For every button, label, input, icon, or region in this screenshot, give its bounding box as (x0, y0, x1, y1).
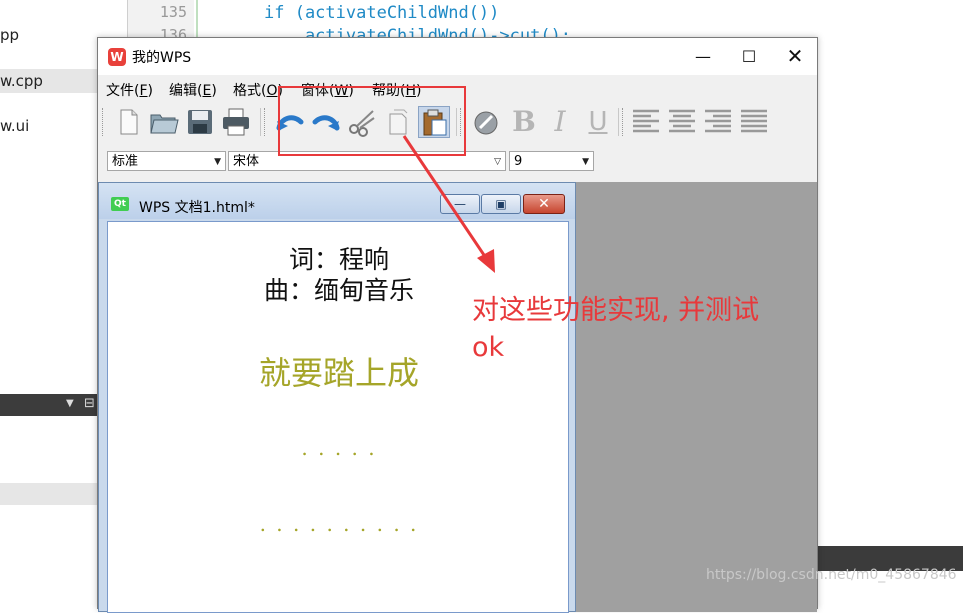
chevron-down-icon: ▽ (494, 157, 501, 167)
annotation-highlight-box (278, 86, 466, 156)
align-right-icon[interactable] (702, 106, 734, 138)
project-file-item[interactable]: pp (0, 26, 19, 44)
justify-icon[interactable] (738, 106, 770, 138)
toolbar-separator (618, 108, 619, 136)
menu-label: 文件( (106, 83, 140, 99)
chevron-down-icon: ▼ (582, 157, 589, 167)
font-size-value: 9 (514, 154, 523, 169)
panel-header-bar: ▼ ⊟ (0, 394, 98, 416)
menu-format[interactable]: 格式(O) (233, 80, 283, 100)
watermark: https://blog.csdn.net/m0_45867846 (706, 567, 957, 583)
dropdown-arrow-icon[interactable]: ▼ (66, 398, 74, 409)
document-restore-button[interactable]: ▣ (481, 194, 521, 214)
new-file-icon[interactable] (112, 106, 144, 138)
minimize-button[interactable]: — (680, 38, 726, 75)
maximize-button[interactable]: ☐ (726, 38, 772, 75)
document-close-button[interactable]: ✕ (523, 194, 565, 214)
document-window: Qt WPS 文档1.html* — ▣ ✕ 词：程响 曲：缅甸音乐 就要踏上成… (98, 182, 576, 613)
close-button[interactable]: ✕ (772, 38, 818, 75)
code-line: if (activateChildWnd()) (264, 3, 500, 23)
annotation-text: 对这些功能实现, 并测试 ok (472, 292, 792, 366)
menu-accelerator: E (202, 83, 212, 99)
save-disk-icon[interactable] (184, 106, 216, 138)
toolbar-separator (260, 108, 261, 136)
lyric-line: . . . . . . . . . . (259, 512, 419, 536)
wps-app-icon: W (108, 48, 126, 66)
split-view-icon[interactable]: ⊟ (84, 396, 95, 411)
window-titlebar[interactable]: W 我的WPS — ☐ ✕ (98, 38, 817, 75)
bold-icon[interactable]: B (508, 106, 540, 138)
underline-icon[interactable]: U (582, 106, 614, 138)
toolbar-grip[interactable] (102, 108, 105, 136)
style-select[interactable]: 标准 ▼ (107, 151, 226, 171)
line-number: 135 (159, 3, 187, 21)
mdi-area: Qt WPS 文档1.html* — ▣ ✕ 词：程响 曲：缅甸音乐 就要踏上成… (98, 182, 817, 613)
annotation-line: ok (472, 332, 505, 363)
font-value: 宋体 (233, 154, 260, 169)
align-left-icon[interactable] (630, 106, 662, 138)
menu-label: 编辑( (169, 83, 203, 99)
document-titlebar[interactable]: Qt WPS 文档1.html* — ▣ ✕ (99, 183, 575, 219)
menu-edit[interactable]: 编辑(E) (169, 80, 217, 100)
italic-icon[interactable]: I (544, 106, 576, 138)
menu-label: 格式( (233, 83, 267, 99)
menu-file[interactable]: 文件(F) (106, 80, 153, 100)
menu-accelerator: F (139, 83, 148, 99)
document-text-area[interactable]: 词：程响 曲：缅甸音乐 就要踏上成 . . . . . . . . . . . … (107, 221, 569, 613)
chevron-down-icon: ▼ (214, 157, 221, 167)
menu-label-end: ) (147, 83, 153, 99)
menu-accelerator: O (266, 83, 278, 99)
open-folder-icon[interactable] (148, 106, 180, 138)
project-file-item[interactable]: w.ui (0, 117, 29, 135)
print-icon[interactable] (220, 106, 252, 138)
color-icon[interactable] (470, 106, 502, 138)
annotation-line: 对这些功能实现, 并测试 (472, 295, 760, 326)
document-minimize-button[interactable]: — (440, 194, 480, 214)
toolbar-grip[interactable] (264, 108, 267, 136)
toolbar-grip[interactable] (622, 108, 625, 136)
align-center-icon[interactable] (666, 106, 698, 138)
menu-label-end: ) (211, 83, 217, 99)
font-size-select[interactable]: 9 ▼ (509, 151, 594, 171)
qt-icon: Qt (111, 197, 129, 211)
panel-row-highlight (0, 483, 98, 505)
lyric-line: . . . . . (301, 436, 377, 460)
gutter-change-marker (196, 0, 198, 40)
document-title: WPS 文档1.html* (139, 200, 255, 216)
window-title: 我的WPS (132, 50, 192, 66)
style-value: 标准 (112, 154, 139, 169)
